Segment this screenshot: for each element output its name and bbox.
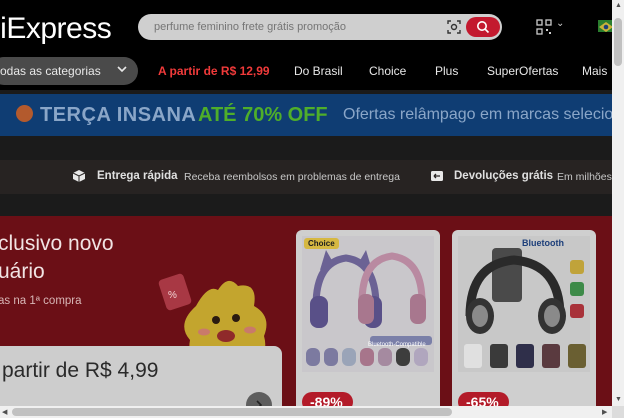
scroll-down-icon[interactable]: ▼ bbox=[615, 396, 622, 403]
svg-text:%: % bbox=[168, 290, 177, 301]
aliexpress-logo[interactable]: liExpress bbox=[0, 12, 112, 46]
horizontal-scroll-thumb[interactable] bbox=[12, 408, 452, 416]
spacer bbox=[0, 136, 612, 160]
price-card[interactable]: partir de R$ 4,99 bbox=[0, 346, 282, 406]
chevron-down-icon bbox=[117, 66, 127, 73]
product-image-bluetooth-headphones bbox=[458, 236, 590, 372]
discount-badge: -65% bbox=[458, 392, 509, 406]
choice-badge: Choice bbox=[304, 238, 339, 249]
welcome-promo-section: clusivo novo uário as na 1ª compra % par… bbox=[0, 216, 612, 406]
search-input[interactable] bbox=[154, 18, 430, 36]
all-categories-button[interactable]: odas as categorias bbox=[0, 57, 138, 85]
price-from-label: partir de R$ 4,99 bbox=[2, 359, 159, 382]
welcome-heading-line2: uário bbox=[0, 260, 45, 283]
scroll-left-icon[interactable]: ◀ bbox=[2, 408, 7, 416]
nav-link-plus[interactable]: Plus bbox=[435, 64, 458, 78]
banner-sphere-icon bbox=[16, 105, 33, 122]
vertical-scroll-thumb[interactable] bbox=[614, 18, 622, 66]
nav-link-more[interactable]: Mais bbox=[582, 64, 607, 78]
all-categories-label: odas as categorias bbox=[0, 64, 101, 78]
search-icon bbox=[477, 21, 490, 34]
welcome-heading-line1: clusivo novo bbox=[0, 232, 114, 255]
promo-banner[interactable]: TERÇA INSANA ATÉ 70% OFF Ofertas relâmpa… bbox=[0, 94, 612, 136]
product-card-headphones-cat[interactable]: Choice Bluetooth-Compatible -89% bbox=[296, 230, 440, 406]
discount-badge: -89% bbox=[302, 392, 353, 406]
feature-title-free-returns: Devoluções grátis bbox=[454, 170, 554, 182]
box-icon bbox=[72, 170, 86, 182]
spacer bbox=[0, 194, 612, 216]
return-icon bbox=[431, 171, 443, 181]
scroll-up-icon[interactable]: ▲ bbox=[615, 2, 622, 9]
vertical-scrollbar[interactable]: ▲ ▼ bbox=[612, 0, 624, 406]
scroll-right-icon[interactable]: ▶ bbox=[602, 408, 607, 416]
qr-code-icon[interactable] bbox=[536, 19, 552, 35]
banner-title: TERÇA INSANA bbox=[40, 104, 197, 126]
camera-search-icon[interactable] bbox=[446, 19, 462, 35]
feature-text-fast-delivery: Receba reembolsos em problemas de entreg… bbox=[184, 171, 400, 183]
feature-title-fast-delivery: Entrega rápida bbox=[97, 170, 178, 182]
welcome-subtext: as na 1ª compra bbox=[0, 295, 82, 307]
product-image-cat-headphones bbox=[302, 236, 434, 372]
search-button[interactable] bbox=[466, 17, 500, 37]
search-bar bbox=[138, 14, 502, 40]
nav-link-choice[interactable]: Choice bbox=[369, 64, 406, 78]
nav-link-superofertas[interactable]: SuperOfertas bbox=[487, 64, 558, 78]
bluetooth-compatible-tag: Bluetooth-Compatible bbox=[368, 342, 426, 348]
nav-link-do-brasil[interactable]: Do Brasil bbox=[294, 64, 343, 78]
horizontal-scrollbar[interactable]: ◀ ▶ bbox=[0, 406, 612, 418]
nav-link-price-promo[interactable]: A partir de R$ 12,99 bbox=[158, 64, 270, 78]
scrollbar-corner bbox=[612, 406, 624, 418]
product-card-headphones-bluetooth[interactable]: Bluetooth -65% bbox=[452, 230, 596, 406]
feature-text-free-returns: Em milhões de bbox=[557, 171, 612, 183]
features-strip: Entrega rápida Receba reembolsos em prob… bbox=[0, 160, 612, 194]
banner-highlight: ATÉ 70% OFF bbox=[198, 104, 328, 126]
banner-subtitle: Ofertas relâmpago em marcas seleciona bbox=[343, 106, 612, 123]
bluetooth-label: Bluetooth bbox=[522, 238, 564, 248]
chevron-down-icon[interactable]: ⌄ bbox=[556, 18, 564, 29]
